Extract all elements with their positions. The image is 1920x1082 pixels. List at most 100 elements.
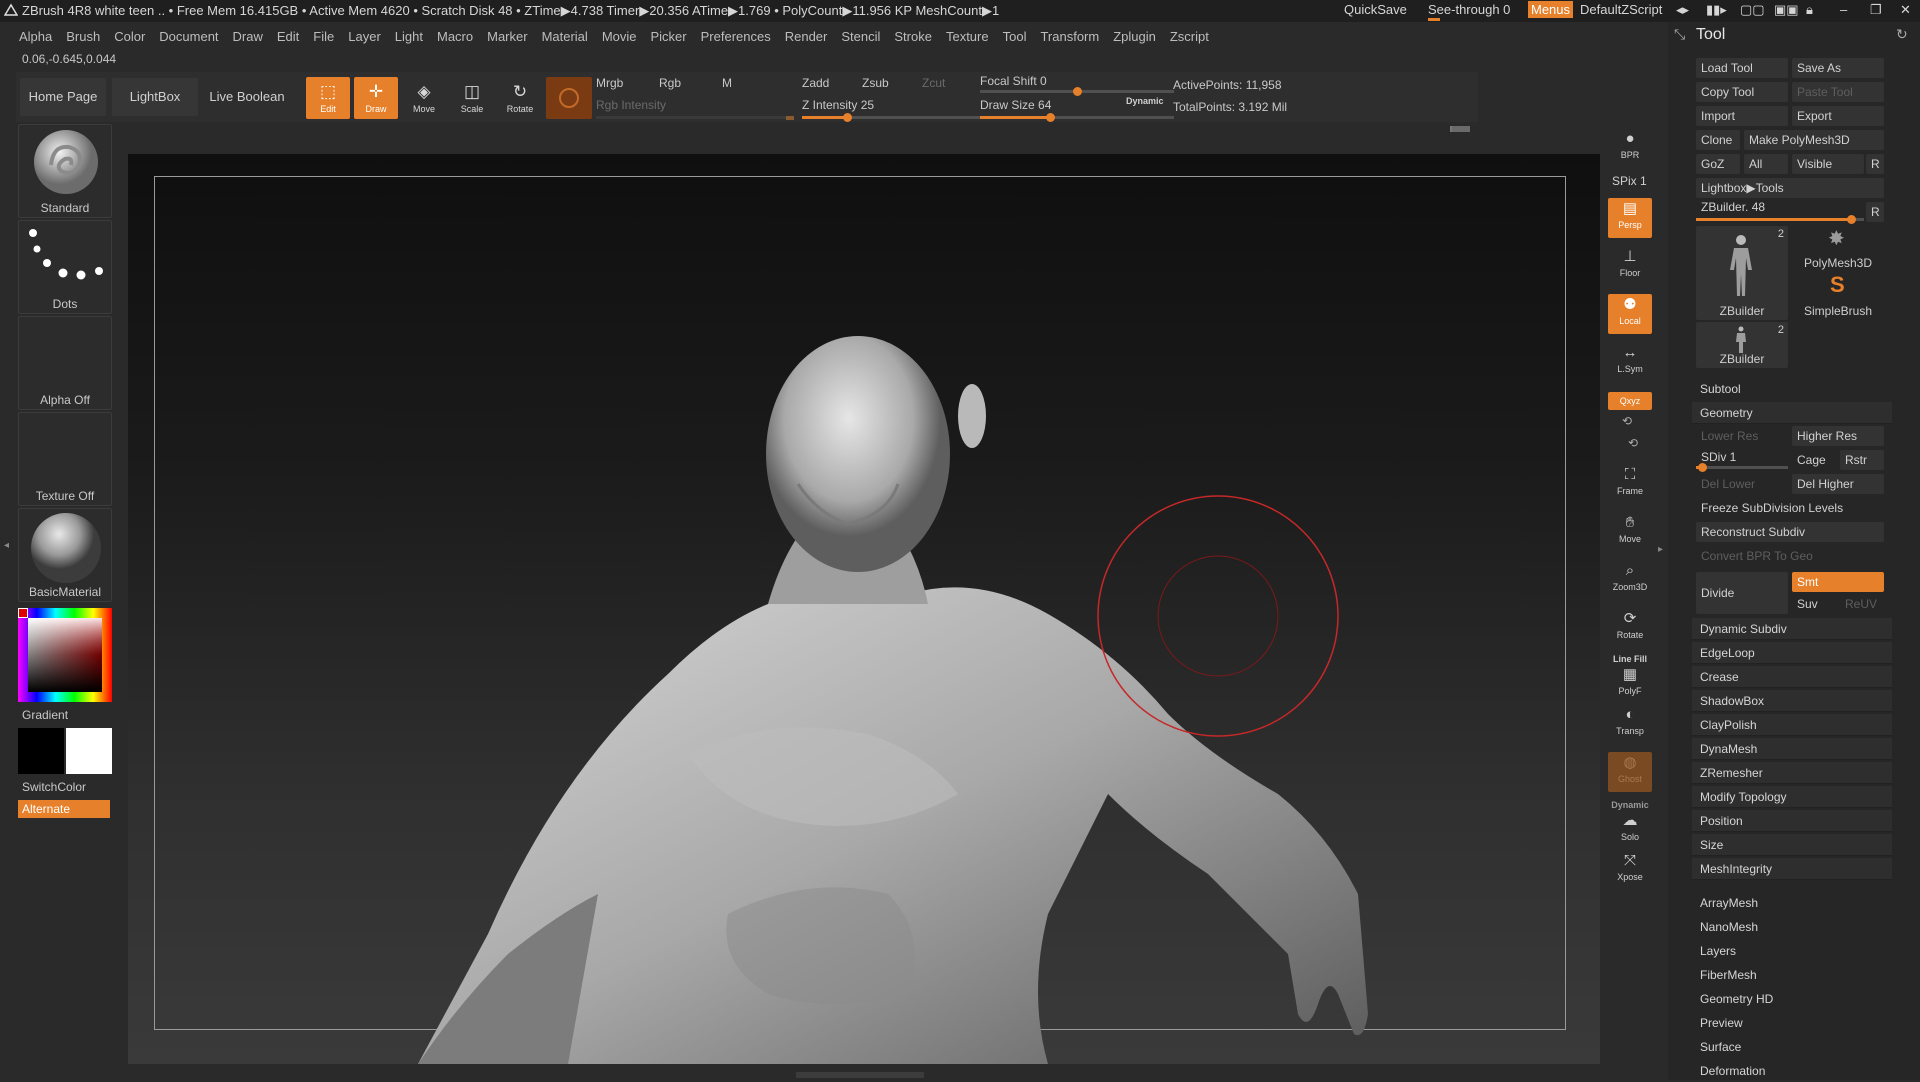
suv-toggle[interactable]: Suv bbox=[1792, 594, 1836, 614]
goz-r-button[interactable]: R bbox=[1866, 154, 1884, 174]
rgb-intensity-slider[interactable]: Rgb Intensity bbox=[596, 98, 666, 112]
smt-toggle[interactable]: Smt bbox=[1792, 572, 1884, 592]
transp-button[interactable]: ◐ Transp bbox=[1608, 704, 1652, 744]
higher-res-button[interactable]: Higher Res bbox=[1792, 426, 1884, 446]
geometry-item-size[interactable]: Size bbox=[1692, 834, 1892, 856]
menu-tool[interactable]: Tool bbox=[1003, 29, 1027, 44]
alternate-button[interactable]: Alternate bbox=[18, 800, 110, 818]
divide-button[interactable]: Divide bbox=[1696, 572, 1788, 614]
menu-file[interactable]: File bbox=[313, 29, 334, 44]
section-nanomesh[interactable]: NanoMesh bbox=[1692, 916, 1892, 938]
move-button[interactable]: ◈ Move bbox=[402, 77, 446, 119]
layout-window-icon[interactable]: ▢▢ bbox=[1740, 2, 1765, 18]
bpr-button[interactable]: ● BPR bbox=[1608, 128, 1652, 168]
document-canvas[interactable] bbox=[128, 154, 1600, 1064]
menu-stencil[interactable]: Stencil bbox=[841, 29, 880, 44]
paste-tool-button[interactable]: Paste Tool bbox=[1792, 82, 1884, 102]
menu-preferences[interactable]: Preferences bbox=[701, 29, 771, 44]
freeze-subdivision-button[interactable]: Freeze SubDivision Levels bbox=[1696, 498, 1884, 518]
zbuilder-thumb-2[interactable]: 2 ZBuilder bbox=[1696, 322, 1788, 368]
save-as-button[interactable]: Save As bbox=[1792, 58, 1884, 78]
local-button[interactable]: ⚉ Local bbox=[1608, 294, 1652, 334]
section-geometry-hd[interactable]: Geometry HD bbox=[1692, 988, 1892, 1010]
load-tool-button[interactable]: Load Tool bbox=[1696, 58, 1788, 78]
lock-icon[interactable]: 🔒︎ bbox=[1806, 2, 1813, 18]
draw-button[interactable]: ✛ Draw bbox=[354, 77, 398, 119]
zbuilder-slider-track[interactable] bbox=[1696, 215, 1864, 224]
menu-layer[interactable]: Layer bbox=[348, 29, 381, 44]
zbuilder-thumb[interactable]: 2 ZBuilder bbox=[1696, 226, 1788, 320]
rstr-button[interactable]: Rstr bbox=[1840, 450, 1884, 470]
geometry-item-shadowbox[interactable]: ShadowBox bbox=[1692, 690, 1892, 712]
z-intensity-slider[interactable]: Z Intensity 25 bbox=[802, 98, 874, 112]
menu-document[interactable]: Document bbox=[159, 29, 218, 44]
zbuilder-r-button[interactable]: R bbox=[1866, 202, 1884, 222]
zcut-button[interactable]: Zcut bbox=[922, 76, 945, 90]
color-picker[interactable] bbox=[18, 608, 112, 702]
menu-zscript[interactable]: Zscript bbox=[1170, 29, 1209, 44]
palette-pin-icon[interactable]: ⤡ bbox=[1674, 26, 1685, 43]
polyf-button[interactable]: Line Fill ▦ PolyF bbox=[1608, 654, 1652, 698]
del-lower-button[interactable]: Del Lower bbox=[1696, 474, 1788, 494]
dynamic-toggle[interactable]: Dynamic bbox=[1126, 96, 1164, 106]
focal-shift-slider[interactable]: Focal Shift 0 bbox=[980, 74, 1047, 88]
layout-arrows-icon[interactable]: ◂▸ bbox=[1676, 2, 1689, 18]
menu-color[interactable]: Color bbox=[114, 29, 145, 44]
menu-marker[interactable]: Marker bbox=[487, 29, 527, 44]
rotate-z-icon[interactable]: ⟲ bbox=[1628, 436, 1638, 450]
menu-movie[interactable]: Movie bbox=[602, 29, 637, 44]
geometry-item-edgeloop[interactable]: EdgeLoop bbox=[1692, 642, 1892, 664]
geometry-item-crease[interactable]: Crease bbox=[1692, 666, 1892, 688]
copy-tool-button[interactable]: Copy Tool bbox=[1696, 82, 1788, 102]
rotate-view-button[interactable]: ⟳ Rotate bbox=[1608, 608, 1652, 648]
zbuilder-slider[interactable]: ZBuilder. 48 bbox=[1701, 200, 1765, 214]
geometry-item-dynamic-subdiv[interactable]: Dynamic Subdiv bbox=[1692, 618, 1892, 640]
section-layers[interactable]: Layers bbox=[1692, 940, 1892, 962]
lower-res-button[interactable]: Lower Res bbox=[1696, 426, 1788, 446]
menu-render[interactable]: Render bbox=[785, 29, 828, 44]
rotate-button[interactable]: ↻ Rotate bbox=[498, 77, 542, 119]
xpose-button[interactable]: ⤧ Xpose bbox=[1608, 850, 1652, 890]
section-fibermesh[interactable]: FiberMesh bbox=[1692, 964, 1892, 986]
reuv-button[interactable]: ReUV bbox=[1840, 594, 1884, 614]
menu-material[interactable]: Material bbox=[542, 29, 588, 44]
left-tray-handle-icon[interactable]: ◂ bbox=[4, 540, 10, 554]
geometry-section[interactable]: Geometry bbox=[1692, 402, 1892, 424]
clone-button[interactable]: Clone bbox=[1696, 130, 1740, 150]
section-preview[interactable]: Preview bbox=[1692, 1012, 1892, 1034]
rotate-y-icon[interactable]: ⟲ bbox=[1622, 414, 1632, 428]
sdiv-slider-track[interactable] bbox=[1696, 463, 1788, 472]
make-polymesh3d-button[interactable]: Make PolyMesh3D bbox=[1744, 130, 1884, 150]
subtool-section[interactable]: Subtool bbox=[1692, 378, 1892, 400]
layout-swap-icon[interactable]: ▣▣ bbox=[1774, 2, 1799, 18]
minimize-icon[interactable]: – bbox=[1840, 2, 1847, 17]
zadd-button[interactable]: Zadd bbox=[802, 76, 829, 90]
menu-picker[interactable]: Picker bbox=[651, 29, 687, 44]
geometry-item-zremesher[interactable]: ZRemesher bbox=[1692, 762, 1892, 784]
del-higher-button[interactable]: Del Higher bbox=[1792, 474, 1884, 494]
canvas-scroll-handle[interactable] bbox=[1452, 126, 1470, 132]
menu-transform[interactable]: Transform bbox=[1040, 29, 1099, 44]
menu-texture[interactable]: Texture bbox=[946, 29, 989, 44]
sdiv-slider[interactable]: SDiv 1 bbox=[1701, 450, 1736, 464]
close-icon[interactable]: ✕ bbox=[1900, 2, 1911, 18]
frame-button[interactable]: ⛶ Frame bbox=[1608, 464, 1652, 504]
floor-button[interactable]: ⊥ Floor bbox=[1608, 246, 1652, 286]
section-arraymesh[interactable]: ArrayMesh bbox=[1692, 892, 1892, 914]
lightbox-tools-button[interactable]: Lightbox▶Tools bbox=[1696, 178, 1884, 198]
section-deformation[interactable]: Deformation bbox=[1692, 1060, 1892, 1082]
zoom3d-button[interactable]: ⌕ Zoom3D bbox=[1608, 560, 1652, 600]
export-button[interactable]: Export bbox=[1792, 106, 1884, 126]
xyz-button[interactable]: Qxyz bbox=[1608, 392, 1652, 410]
goz-all-button[interactable]: All bbox=[1744, 154, 1788, 174]
lsym-button[interactable]: ↔ L.Sym bbox=[1608, 342, 1652, 382]
see-through-slider[interactable]: See-through 0 bbox=[1428, 2, 1510, 17]
tool-palette-title[interactable]: Tool bbox=[1696, 26, 1725, 44]
menu-light[interactable]: Light bbox=[395, 29, 423, 44]
spix-slider[interactable]: SPix 1 bbox=[1612, 174, 1647, 188]
ghost-button[interactable]: ◍ Ghost bbox=[1608, 752, 1652, 792]
menu-macro[interactable]: Macro bbox=[437, 29, 473, 44]
import-button[interactable]: Import bbox=[1696, 106, 1788, 126]
bottom-tray-handle[interactable] bbox=[796, 1072, 924, 1078]
geometry-item-modify-topology[interactable]: Modify Topology bbox=[1692, 786, 1892, 808]
